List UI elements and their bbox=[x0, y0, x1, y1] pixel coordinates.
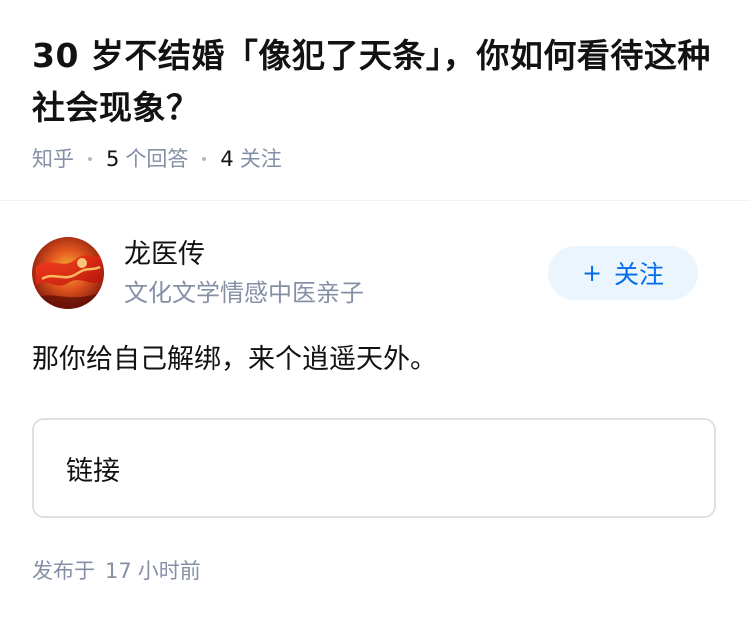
publish-suffix: 小时前 bbox=[137, 559, 201, 583]
source-label[interactable]: 知乎 bbox=[32, 144, 74, 174]
answer-content: 那你给自己解绑，来个逍遥天外。 bbox=[32, 344, 437, 375]
separator-dot bbox=[88, 157, 92, 161]
follow-button[interactable]: + 关注 bbox=[548, 246, 698, 300]
publish-prefix: 发布于 bbox=[32, 559, 95, 583]
question-title[interactable]: 30 岁不结婚「像犯了天条」，你如何看待这种社会现象？ bbox=[32, 30, 722, 134]
avatar[interactable] bbox=[32, 237, 104, 309]
section-divider bbox=[0, 200, 750, 201]
follow-button-label: 关注 bbox=[614, 260, 665, 289]
question-header: 30 岁不结婚「像犯了天条」，你如何看待这种社会现象？ 知乎 5 个回答 4 关… bbox=[32, 30, 722, 174]
question-meta: 知乎 5 个回答 4 关注 bbox=[32, 144, 722, 174]
followers-count: 4 bbox=[220, 147, 234, 171]
link-card-label: 链接 bbox=[66, 455, 120, 487]
dragon-avatar-icon bbox=[32, 237, 104, 309]
publish-number: 17 bbox=[105, 559, 132, 583]
author-row: 龙医传 文化文学情感中医亲子 + 关注 bbox=[32, 234, 718, 310]
separator-dot bbox=[202, 157, 207, 161]
plus-icon: + bbox=[581, 259, 603, 287]
answers-label[interactable]: 个回答 bbox=[125, 144, 188, 174]
author-name[interactable]: 龙医传 bbox=[124, 236, 205, 274]
publish-time: 发布于 17 小时前 bbox=[32, 556, 201, 586]
link-card[interactable]: 链接 bbox=[32, 418, 716, 518]
answers-count: 5 bbox=[106, 147, 120, 171]
author-bio: 文化文学情感中医亲子 bbox=[124, 279, 364, 307]
followers-label[interactable]: 关注 bbox=[240, 144, 282, 174]
